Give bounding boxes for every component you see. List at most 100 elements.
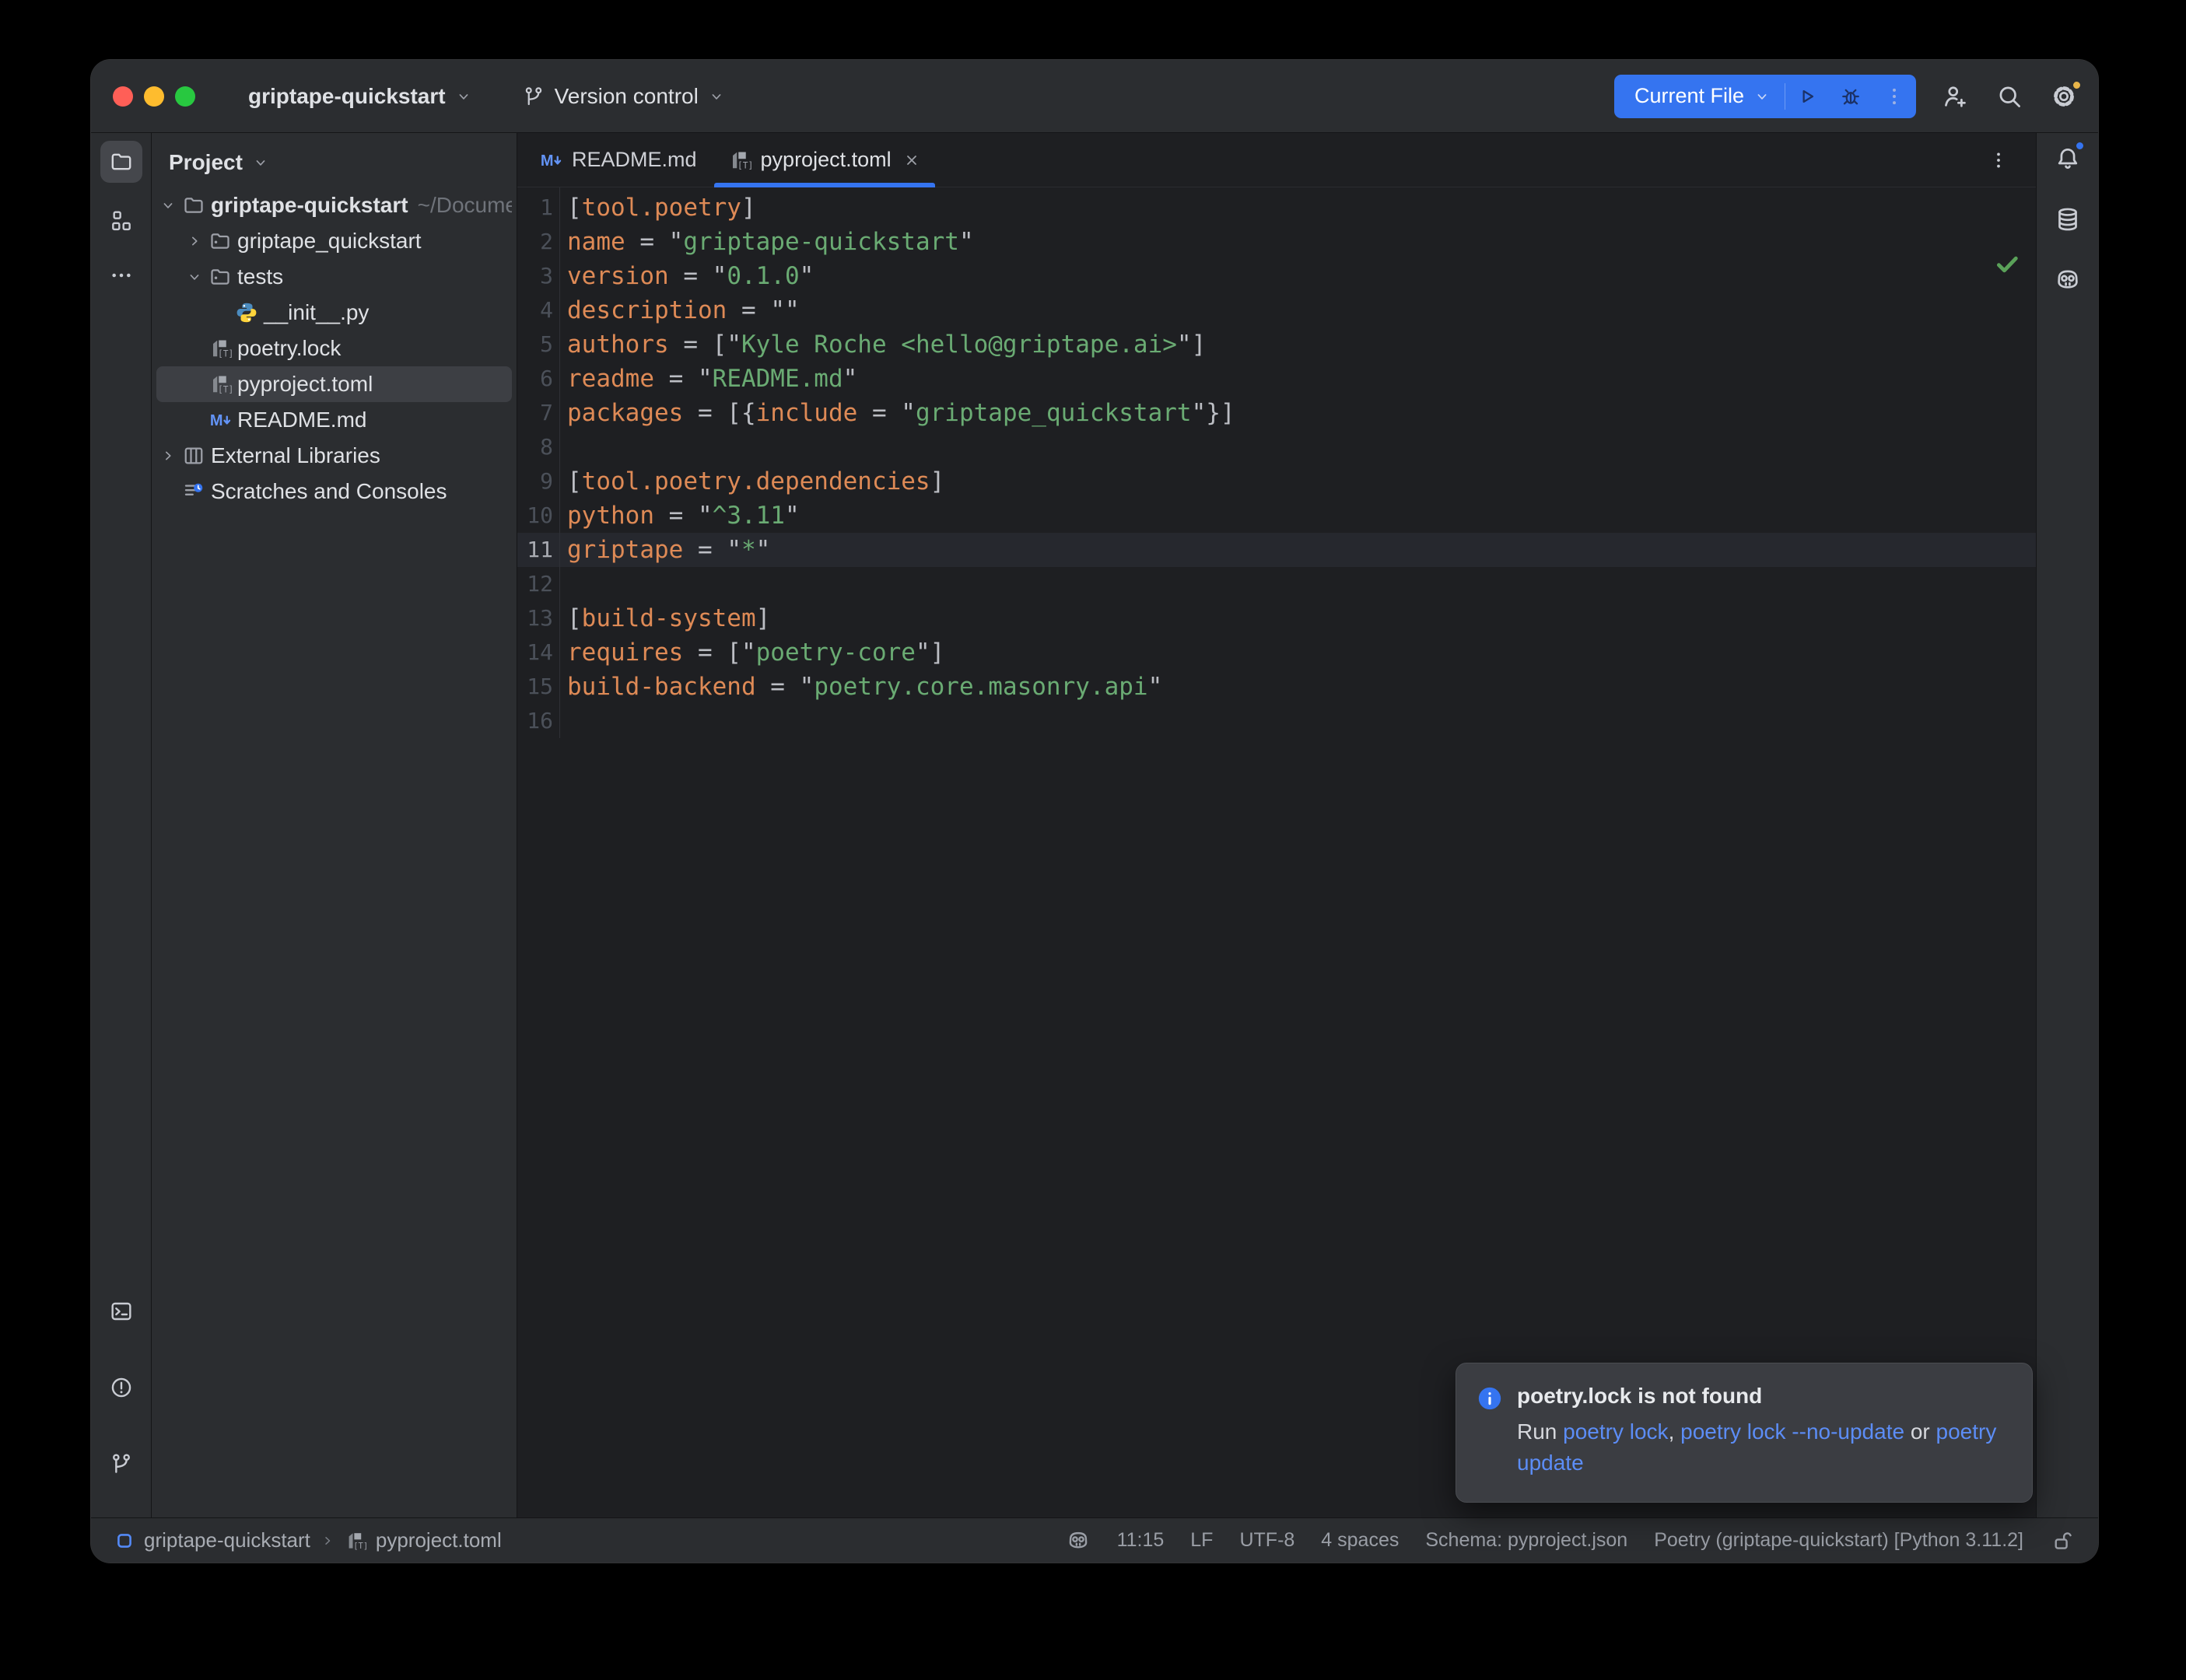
project-selector[interactable]: griptape-quickstart — [237, 76, 483, 117]
toml-icon: [T] — [206, 373, 234, 396]
status-item-python-interpreter[interactable]: Poetry (griptape-quickstart) [Python 3.1… — [1654, 1529, 2023, 1552]
inspection-ok-checkmark-icon[interactable] — [1994, 251, 2020, 278]
title-bar: griptape-quickstart Version control Curr… — [91, 60, 2098, 133]
chevron-right-icon[interactable] — [183, 233, 206, 250]
status-item-copilot-status[interactable] — [1066, 1528, 1091, 1553]
vcs-widget[interactable]: Version control — [511, 76, 736, 117]
close-window-button[interactable] — [113, 86, 133, 107]
settings-update-badge — [2071, 79, 2083, 91]
code-editor[interactable]: 1[tool.poetry]2name = "griptape-quicksta… — [517, 187, 2036, 738]
notification-text: or — [1904, 1419, 1936, 1444]
code-line-9[interactable]: 9[tool.poetry.dependencies] — [517, 464, 2036, 499]
tree-item--init-py[interactable]: __init__.py — [156, 295, 512, 331]
run-more-options-button[interactable] — [1872, 75, 1916, 118]
tab-readme-md[interactable]: M README.md — [524, 133, 713, 187]
search-everywhere-button[interactable] — [1994, 81, 2025, 112]
status-item-line-separator[interactable]: LF — [1190, 1529, 1213, 1552]
code-line-8[interactable]: 8 — [517, 430, 2036, 464]
tab-label: README.md — [572, 148, 697, 172]
sidebar-item-terminal[interactable] — [100, 1290, 142, 1332]
sidebar-item-project[interactable] — [100, 141, 142, 183]
project-selector-label: griptape-quickstart — [248, 84, 446, 109]
chevron-down-icon[interactable] — [183, 268, 206, 285]
code-text: requires = ["poetry-core"] — [559, 635, 2036, 670]
tree-item-poetry-lock[interactable]: [T]poetry.lock — [156, 331, 512, 366]
editor-options-kebab-icon[interactable] — [1983, 145, 2014, 176]
close-tab-icon[interactable] — [902, 151, 921, 170]
code-line-10[interactable]: 10python = "^3.11" — [517, 499, 2036, 533]
code-line-4[interactable]: 4description = "" — [517, 293, 2036, 327]
notification-link[interactable]: poetry lock --no-update — [1680, 1419, 1904, 1444]
tree-item-griptape-quickstart[interactable]: griptape_quickstart — [156, 223, 512, 259]
sidebar-item-copilot[interactable] — [2050, 262, 2086, 298]
tree-item-tests[interactable]: tests — [156, 259, 512, 295]
code-line-7[interactable]: 7packages = [{include = "griptape_quicks… — [517, 396, 2036, 430]
sidebar-item-database[interactable] — [2050, 201, 2086, 237]
code-line-5[interactable]: 5authors = ["Kyle Roche <hello@griptape.… — [517, 327, 2036, 362]
line-number: 13 — [517, 601, 553, 635]
code-text: readme = "README.md" — [559, 362, 2036, 396]
code-with-me-button[interactable] — [1939, 81, 1971, 112]
chevron-right-icon[interactable] — [156, 447, 180, 464]
run-button[interactable] — [1785, 75, 1829, 118]
markdown-file-icon: M — [539, 149, 562, 172]
code-line-3[interactable]: 3version = "0.1.0" — [517, 259, 2036, 293]
tab-pyproject-toml[interactable]: [T] pyproject.toml — [713, 133, 937, 187]
code-line-11[interactable]: 11griptape = "*" — [517, 533, 2036, 567]
line-number: 3 — [517, 259, 553, 293]
toml-icon: [T] — [206, 337, 234, 360]
code-line-16[interactable]: 16 — [517, 704, 2036, 738]
tree-item-pyproject-toml[interactable]: [T]pyproject.toml — [156, 366, 512, 402]
project-panel-header[interactable]: Project — [152, 133, 517, 187]
status-item-json-schema[interactable]: Schema: pyproject.json — [1425, 1529, 1627, 1552]
notification-title: poetry.lock is not found — [1517, 1384, 2010, 1409]
notification-popup: poetry.lock is not found Run poetry lock… — [1456, 1363, 2033, 1503]
svg-text:M: M — [210, 412, 223, 429]
tree-item-path-suffix: ~/Docume — [418, 193, 512, 218]
status-item-file-encoding[interactable]: UTF-8 — [1239, 1529, 1294, 1552]
code-line-6[interactable]: 6readme = "README.md" — [517, 362, 2036, 396]
sidebar-item-structure[interactable] — [100, 200, 142, 242]
line-number: 2 — [517, 225, 553, 259]
editor-tab-bar: M README.md [T] pyproject.toml — [517, 133, 2036, 187]
minimize-window-button[interactable] — [144, 86, 164, 107]
chevron-down-icon[interactable] — [156, 197, 180, 214]
chevron-down-icon — [708, 88, 725, 105]
code-line-14[interactable]: 14requires = ["poetry-core"] — [517, 635, 2036, 670]
code-line-12[interactable]: 12 — [517, 567, 2036, 601]
copilot-icon — [1066, 1528, 1091, 1553]
zoom-window-button[interactable] — [175, 86, 195, 107]
settings-button[interactable] — [2048, 81, 2079, 112]
code-text: python = "^3.11" — [559, 499, 2036, 533]
tree-item-readme-md[interactable]: MREADME.md — [156, 402, 512, 438]
notification-link[interactable]: poetry lock — [1563, 1419, 1668, 1444]
sidebar-item-problems[interactable] — [100, 1367, 142, 1409]
project-panel: Project griptape-quickstart~/Docume gript… — [152, 133, 517, 1517]
breadcrumb-project[interactable]: griptape-quickstart — [144, 1528, 310, 1552]
code-text — [559, 704, 2036, 738]
tree-item-scratches-and-consoles[interactable]: Scratches and Consoles — [156, 474, 512, 509]
right-tool-strip — [2036, 133, 2098, 1517]
line-number: 6 — [517, 362, 553, 396]
code-line-1[interactable]: 1[tool.poetry] — [517, 191, 2036, 225]
run-configuration-widget[interactable]: Current File — [1614, 75, 1916, 118]
ide-window: griptape-quickstart Version control Curr… — [90, 59, 2099, 1563]
sidebar-item-version-control[interactable] — [100, 1443, 142, 1485]
sidebar-item-notifications[interactable] — [2050, 141, 2086, 177]
status-item-indent-style[interactable]: 4 spaces — [1321, 1529, 1399, 1552]
code-line-2[interactable]: 2name = "griptape-quickstart" — [517, 225, 2036, 259]
code-text: authors = ["Kyle Roche <hello@griptape.a… — [559, 327, 2036, 362]
status-item-caret-position[interactable]: 11:15 — [1117, 1529, 1165, 1552]
notification-body: Run poetry lock, poetry lock --no-update… — [1517, 1416, 2010, 1479]
debug-button[interactable] — [1829, 75, 1872, 118]
code-line-15[interactable]: 15build-backend = "poetry.core.masonry.a… — [517, 670, 2036, 704]
line-number: 11 — [517, 533, 553, 567]
tree-item-griptape-quickstart[interactable]: griptape-quickstart~/Docume — [156, 187, 512, 223]
breadcrumb-file[interactable]: pyproject.toml — [376, 1528, 502, 1552]
status-item-readonly-toggle[interactable] — [2050, 1528, 2075, 1553]
tree-item-label: griptape_quickstart — [237, 229, 422, 254]
tree-item-external-libraries[interactable]: External Libraries — [156, 438, 512, 474]
more-tool-windows-button[interactable] — [100, 254, 142, 296]
line-number: 14 — [517, 635, 553, 670]
code-line-13[interactable]: 13[build-system] — [517, 601, 2036, 635]
